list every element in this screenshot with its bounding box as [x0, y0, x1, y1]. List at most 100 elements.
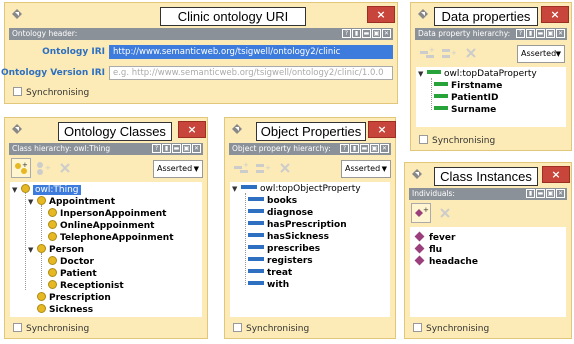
synchronising-checkbox[interactable]: Synchronising — [413, 323, 489, 334]
tree-node[interactable]: Doctor — [48, 256, 94, 268]
hierarchy-mode-select[interactable]: Asserted ▼ — [153, 160, 203, 178]
panel-header-buttons: ? ▮ ▬ ▣ ✕ — [340, 144, 389, 153]
checkbox[interactable] — [13, 323, 22, 332]
minimize-icon[interactable]: ▬ — [172, 144, 181, 153]
pin-icon[interactable]: ▮ — [350, 144, 359, 153]
delete-class-icon[interactable] — [55, 158, 75, 178]
help-icon[interactable]: ? — [152, 144, 161, 153]
expand-toggle-icon[interactable]: ▼ — [28, 245, 37, 256]
hierarchy-mode-select[interactable]: Asserted ▼ — [341, 160, 391, 178]
help-icon[interactable]: ? — [516, 29, 525, 38]
minimize-icon[interactable]: ▬ — [536, 189, 545, 198]
version-iri-field[interactable]: e.g. http://www.semanticweb.org/tsigwell… — [109, 66, 393, 80]
synchronising-checkbox[interactable]: Synchronising — [419, 135, 495, 146]
tree-node[interactable]: registers — [248, 256, 313, 267]
object-property-icon — [248, 197, 264, 201]
add-subclass-icon[interactable]: + — [11, 158, 31, 178]
close-view-icon[interactable]: ✕ — [556, 189, 565, 198]
maximize-icon[interactable]: ▣ — [372, 29, 381, 38]
add-sibling-property-icon[interactable]: + — [253, 158, 273, 178]
node-label: treat — [267, 268, 293, 278]
close-view-icon[interactable]: ✕ — [382, 29, 391, 38]
tree-node-root[interactable]: ▼ owl:topDataProperty — [418, 69, 537, 80]
tree-node[interactable]: ▼ Appointment — [28, 196, 115, 208]
tree-node[interactable]: hasSickness — [248, 232, 329, 243]
tree-node[interactable]: Sickness — [37, 304, 93, 316]
window-titlebar: Object Properties × — [226, 119, 396, 141]
close-button[interactable]: × — [178, 121, 206, 138]
tree-node[interactable]: TelephoneAppoinment — [48, 232, 174, 244]
checkbox[interactable] — [419, 135, 428, 144]
tree-node[interactable]: ▼ Person — [28, 244, 84, 256]
maximize-icon[interactable]: ▣ — [546, 189, 555, 198]
tree-node-root[interactable]: ▼ owl:topObjectProperty — [232, 184, 361, 195]
close-button[interactable]: × — [367, 6, 395, 23]
close-view-icon[interactable]: ✕ — [556, 29, 565, 38]
synchronising-checkbox[interactable]: Synchronising — [13, 323, 89, 334]
tree-node[interactable]: Receptionist — [48, 280, 124, 292]
tree-node[interactable]: books — [248, 196, 297, 207]
maximize-icon[interactable]: ▣ — [182, 144, 191, 153]
synchronising-checkbox[interactable]: Synchronising — [233, 323, 309, 334]
tree-node[interactable]: PatientID — [434, 93, 498, 104]
close-view-icon[interactable]: ✕ — [192, 144, 201, 153]
close-button[interactable]: × — [368, 121, 396, 138]
close-view-icon[interactable]: ✕ — [380, 144, 389, 153]
expand-toggle-icon[interactable]: ▼ — [232, 184, 241, 195]
pin-icon[interactable]: ▮ — [526, 29, 535, 38]
help-icon[interactable]: ? — [340, 144, 349, 153]
minimize-icon[interactable]: ▬ — [536, 29, 545, 38]
tree-node[interactable]: InpersonAppoinment — [48, 208, 166, 220]
delete-property-icon[interactable] — [275, 158, 295, 178]
hierarchy-mode-select[interactable]: Asserted ▼ — [517, 45, 565, 63]
node-label: Sickness — [49, 305, 94, 315]
expand-toggle-icon[interactable]: ▼ — [12, 185, 21, 196]
ontology-iri-field[interactable]: http://www.semanticweb.org/tsigwell/onto… — [109, 45, 393, 59]
list-item[interactable]: flu — [414, 243, 442, 256]
tree-node-root[interactable]: ▼ owl:Thing — [12, 184, 81, 196]
checkbox[interactable] — [13, 87, 22, 96]
window-title: Ontology Classes — [58, 122, 172, 141]
close-button[interactable]: × — [542, 166, 570, 183]
tree-node[interactable]: Prescription — [37, 292, 111, 304]
maximize-icon[interactable]: ▣ — [370, 144, 379, 153]
add-sibling-class-icon[interactable]: + — [33, 158, 53, 178]
tree-node[interactable]: Patient — [48, 268, 97, 280]
tree-node[interactable]: prescribes — [248, 244, 320, 255]
mode-value: Asserted — [345, 164, 381, 173]
delete-individual-icon[interactable] — [435, 203, 455, 223]
list-item[interactable]: headache — [414, 255, 478, 268]
checkbox[interactable] — [233, 323, 242, 332]
maximize-icon[interactable]: ▣ — [546, 29, 555, 38]
data-property-toolbar: + + Asserted ▼ — [415, 41, 567, 65]
node-label: Appointment — [49, 197, 116, 207]
add-subproperty-icon[interactable]: + — [231, 158, 251, 178]
help-icon[interactable]: ? — [342, 29, 351, 38]
tree-node[interactable]: treat — [248, 268, 292, 279]
add-sibling-property-icon[interactable]: + — [439, 43, 459, 63]
expand-toggle-icon[interactable]: ▼ — [28, 197, 37, 208]
tree-node[interactable]: Surname — [434, 105, 496, 116]
close-button[interactable]: × — [541, 6, 569, 23]
delete-property-icon[interactable] — [461, 43, 481, 63]
add-subproperty-icon[interactable]: + — [417, 43, 437, 63]
synchronising-checkbox[interactable]: Synchronising — [13, 87, 89, 98]
add-individual-icon[interactable]: + — [411, 203, 431, 223]
data-property-tree: ▼ owl:topDataProperty Firstname PatientID… — [416, 67, 566, 127]
checkbox[interactable] — [413, 323, 422, 332]
pin-icon[interactable]: ▮ — [162, 144, 171, 153]
window-titlebar: Class Instances × — [406, 164, 570, 186]
tree-node[interactable]: diagnose — [248, 208, 313, 219]
minimize-icon[interactable]: ▬ — [362, 29, 371, 38]
list-item[interactable]: fever — [414, 231, 455, 244]
tree-node[interactable]: OnlineAppoinment — [48, 220, 154, 232]
svg-text:+: + — [429, 46, 435, 54]
tree-node[interactable]: Firstname — [434, 81, 502, 92]
pin-icon[interactable]: ▮ — [352, 29, 361, 38]
minimize-icon[interactable]: ▬ — [360, 144, 369, 153]
tree-node[interactable]: hasPrescription — [248, 220, 347, 231]
tree-node[interactable]: with — [248, 280, 289, 291]
node-label: Surname — [451, 105, 497, 115]
pin-icon[interactable]: ▮ — [526, 189, 535, 198]
expand-toggle-icon[interactable]: ▼ — [418, 69, 427, 80]
